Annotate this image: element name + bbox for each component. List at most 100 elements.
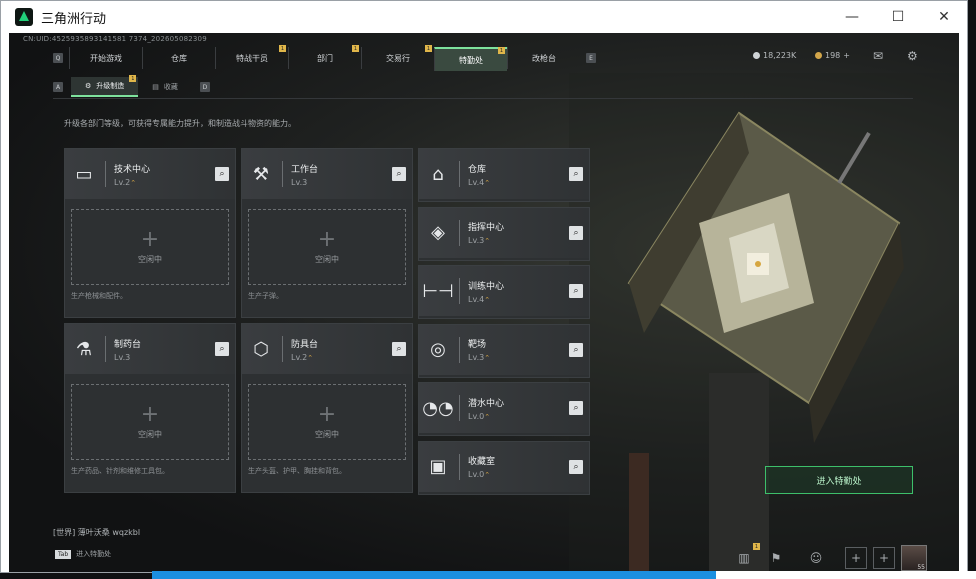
- maximize-button[interactable]: ☐: [875, 1, 921, 33]
- game-window: 三角洲行动 — ☐ ✕ CN:UID:4525935893141581 7374…: [0, 0, 968, 573]
- ticket-balance[interactable]: 198 +: [815, 51, 850, 60]
- ticket-value: 198: [825, 51, 841, 60]
- stats-icon[interactable]: ▥: [735, 549, 753, 567]
- nav-tab-label: 仓库: [171, 53, 187, 63]
- plus-icon: +: [317, 401, 337, 427]
- upgrade-arrow-icon: ⌃: [307, 353, 314, 362]
- facility-card[interactable]: ◔◔ 潜水中心 Lv.0⌃ ⌕: [418, 382, 590, 436]
- add-ticket-button[interactable]: +: [843, 51, 850, 60]
- production-slot[interactable]: + 空闲中: [248, 384, 406, 460]
- nav-next-key[interactable]: E: [586, 53, 596, 63]
- friends-icon[interactable]: ☺: [807, 549, 825, 567]
- tab-hint[interactable]: Tab 进入特勤处: [55, 549, 111, 559]
- facility-name: 仓库: [468, 164, 487, 175]
- facility-card[interactable]: ⌂ 仓库 Lv.4⌃ ⌕: [418, 148, 590, 202]
- settings-gear-icon[interactable]: ⚙: [907, 49, 918, 63]
- facility-name: 指挥中心: [468, 223, 505, 233]
- facility-header[interactable]: ▣ 收藏室 Lv.0⌃ ⌕: [419, 441, 589, 492]
- nav-tab[interactable]: 改枪台: [507, 47, 580, 69]
- title-bar: 三角洲行动 — ☐ ✕: [1, 1, 967, 33]
- tab-upgrade-craft-label: 升级制造: [96, 82, 125, 90]
- subnav-prev-key[interactable]: A: [53, 82, 63, 92]
- player-avatar[interactable]: 55: [901, 545, 927, 571]
- facility-header[interactable]: ⌂ 仓库 Lv.4⌃ ⌕: [419, 149, 589, 199]
- nav-tab[interactable]: 仓库: [142, 47, 215, 69]
- facility-level-value: Lv.3: [291, 177, 308, 187]
- plus-icon: +: [140, 401, 160, 427]
- magnify-icon[interactable]: ⌕: [569, 342, 583, 357]
- facility-name: 潜水中心: [468, 398, 505, 409]
- player-level: 55: [917, 564, 925, 571]
- production-slot[interactable]: + 空闲中: [248, 209, 406, 285]
- divider: [105, 336, 106, 362]
- page-description: 升级各部门等级，可获得专属能力提升，和制造战斗物资的能力。: [64, 119, 296, 128]
- nav-tab[interactable]: 交易行 1: [361, 45, 434, 69]
- magnify-icon[interactable]: ⌕: [569, 459, 583, 474]
- tab-upgrade-craft[interactable]: ⚙ 升级制造 1: [71, 75, 139, 97]
- nav-tab[interactable]: 开始游戏: [69, 47, 142, 69]
- magnify-icon[interactable]: ⌕: [569, 401, 583, 415]
- facility-header[interactable]: ⚗ 制药台 Lv.3 ⌕: [65, 324, 235, 374]
- nav-tab[interactable]: 特战干员 1: [215, 45, 288, 69]
- magnify-icon[interactable]: ⌕: [569, 167, 583, 181]
- magnify-icon[interactable]: ⌕: [569, 284, 583, 298]
- nav-prev-key[interactable]: Q: [53, 53, 63, 63]
- magnify-icon[interactable]: ⌕: [392, 342, 406, 356]
- magnify-icon[interactable]: ⌕: [215, 167, 229, 181]
- flask-icon: ⚗: [75, 338, 93, 360]
- facility-card[interactable]: ◎ 靶场 Lv.3⌃ ⌕: [418, 323, 590, 378]
- pin-icon[interactable]: ⚑: [767, 549, 785, 567]
- facility-card[interactable]: ⊢⊣ 训练中心 Lv.4⌃ ⌕: [418, 265, 590, 319]
- facility-level-value: Lv.4: [468, 294, 485, 304]
- facility-header[interactable]: ⬡ 防具台 Lv.2⌃ ⌕: [242, 324, 412, 374]
- nav-tab[interactable]: 部门 1: [288, 45, 361, 69]
- nav-tab[interactable]: 特勤处 1: [434, 47, 507, 71]
- plus-icon: +: [140, 226, 160, 252]
- base-cube-scene: [569, 73, 959, 572]
- magnify-icon[interactable]: ⌕: [392, 167, 406, 181]
- facility-header[interactable]: ◈ 指挥中心 Lv.3⌃ ⌕: [419, 207, 589, 258]
- facility-level: Lv.3: [114, 353, 141, 362]
- facility-header[interactable]: ◔◔ 潜水中心 Lv.0⌃ ⌕: [419, 383, 589, 433]
- facility-header[interactable]: ▭ 技术中心 Lv.2⌃ ⌕: [65, 149, 235, 199]
- facility-card[interactable]: ⚗ 制药台 Lv.3 ⌕ + 空闲中生产药品、针剂和维修工具包。: [64, 323, 236, 493]
- add-slot-button[interactable]: +: [845, 547, 867, 569]
- facility-description: 生产头盔、护甲、胸挂和背包。: [248, 467, 346, 475]
- add-slot-button[interactable]: +: [873, 547, 895, 569]
- window-title: 三角洲行动: [41, 10, 107, 26]
- tab-favorites[interactable]: ▤ 收藏: [138, 78, 192, 96]
- enter-base-button[interactable]: 进入特勤处: [765, 466, 913, 494]
- facility-name: 制药台: [114, 339, 142, 350]
- facility-description: 生产子弹。: [248, 292, 283, 300]
- facility-header[interactable]: ⊢⊣ 训练中心 Lv.4⌃ ⌕: [419, 266, 589, 316]
- nav-tab-label: 特战干员: [236, 53, 268, 63]
- stats-badge: 1: [753, 543, 760, 550]
- close-button[interactable]: ✕: [921, 1, 967, 33]
- facility-card[interactable]: ▣ 收藏室 Lv.0⌃ ⌕: [418, 440, 590, 495]
- nav-tab-label: 部门: [317, 53, 333, 63]
- coin-icon: [753, 52, 760, 59]
- mail-icon[interactable]: ✉: [873, 49, 883, 63]
- facility-card[interactable]: ⬡ 防具台 Lv.2⌃ ⌕ + 空闲中 生产头盔、护甲、胸挂和背包。: [241, 323, 413, 493]
- minimize-button[interactable]: —: [829, 1, 875, 33]
- facility-header[interactable]: ⚒ 工作台 Lv.3 ⌕: [242, 149, 412, 199]
- magnify-icon[interactable]: ⌕: [569, 225, 583, 240]
- production-slot[interactable]: + 空闲中: [71, 384, 229, 460]
- facility-header[interactable]: ◎ 靶场 Lv.3⌃ ⌕: [419, 324, 589, 375]
- facility-card[interactable]: ⚒ 工作台 Lv.3 ⌕ + 空闲中 生产子弹。: [241, 148, 413, 318]
- facility-name: 训练中心: [468, 281, 505, 292]
- nav-tab-label: 开始游戏: [90, 53, 122, 63]
- production-slot[interactable]: + 空闲中: [71, 209, 229, 285]
- upgrade-arrow-icon: ⌃: [484, 471, 491, 479]
- target-icon: ◎: [430, 339, 446, 360]
- magnify-icon[interactable]: ⌕: [215, 342, 229, 356]
- tab-badge: 1: [129, 75, 137, 82]
- world-chat-line[interactable]: [世界] 薄叶沃桑 wqzkbl: [53, 527, 140, 538]
- subnav-next-key[interactable]: D: [199, 82, 210, 92]
- facility-level: Lv.3: [291, 178, 318, 187]
- facility-description: 生产药品、针剂和维修工具包。: [71, 467, 169, 475]
- slot-status: 空闲中: [138, 254, 162, 264]
- favorites-tab-icon: ▤: [152, 83, 159, 91]
- facility-card[interactable]: ▭ 技术中心 Lv.2⌃ ⌕ + 空闲中 生产枪械和配件。: [64, 148, 236, 318]
- facility-card[interactable]: ◈ 指挥中心 Lv.3⌃ ⌕: [418, 206, 590, 261]
